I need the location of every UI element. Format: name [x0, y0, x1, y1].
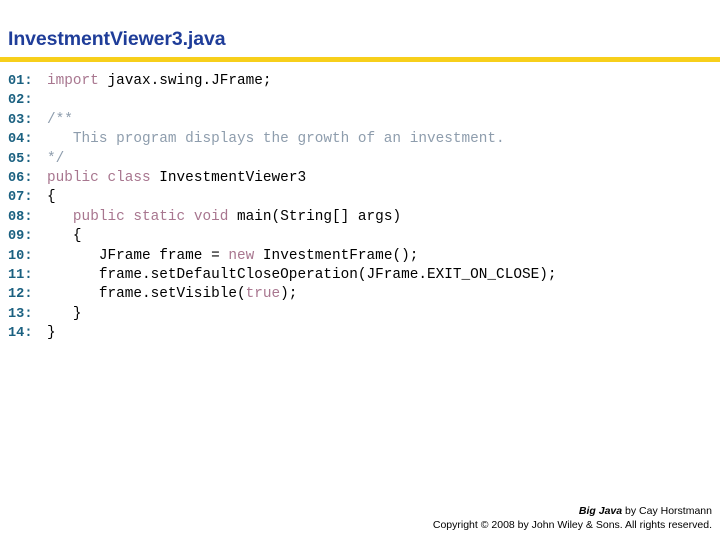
code-line-number: 06:: [8, 170, 33, 186]
code-line: 04: This program displays the growth of …: [8, 130, 712, 149]
code-token-plain: JFrame frame =: [47, 247, 229, 264]
code-line-text: /**: [47, 112, 73, 128]
code-line-text: frame.setDefaultCloseOperation(JFrame.EX…: [47, 267, 557, 283]
code-token-comment: This program displays the growth of an i…: [47, 131, 505, 148]
code-line-text: import javax.swing.JFrame;: [47, 73, 272, 89]
code-line-number: 01:: [8, 74, 33, 89]
code-token-plain: javax.swing.JFrame;: [98, 73, 272, 89]
code-line: 06: public class InvestmentViewer3: [8, 169, 712, 188]
code-line-text: }: [47, 306, 82, 322]
code-token-plain: frame.setVisible(: [47, 286, 246, 303]
code-token-keyword: import: [47, 73, 99, 89]
code-line-text: }: [47, 325, 56, 341]
code-line-number: 04:: [8, 132, 33, 148]
code-line: 12: frame.setVisible(true);: [8, 285, 712, 304]
code-line: 03: /**: [8, 111, 712, 130]
code-line-text: */: [47, 151, 64, 167]
code-line: 07: {: [8, 188, 712, 207]
code-line: 14:}: [8, 324, 712, 343]
code-token-comment: */: [47, 150, 65, 167]
code-line-number: 05:: [8, 151, 33, 167]
code-line-number: 09:: [8, 229, 33, 245]
code-line: 09: {: [8, 227, 712, 246]
code-token-plain: {: [47, 189, 56, 206]
code-token-keyword: true: [245, 286, 281, 303]
code-token-plain: InvestmentFrame();: [254, 247, 419, 264]
code-token-plain: frame.setDefaultCloseOperation(JFrame.EX…: [47, 266, 557, 283]
code-line-number: 12:: [8, 287, 33, 303]
code-line-number: 14:: [8, 326, 33, 342]
code-token-comment: /**: [47, 111, 73, 128]
code-line: 01: import javax.swing.JFrame;: [8, 72, 712, 91]
code-line-number: 13:: [8, 306, 33, 322]
code-line: 13: }: [8, 305, 712, 324]
code-line: 10: JFrame frame = new InvestmentFrame()…: [8, 247, 712, 266]
code-token-keyword: public class: [47, 169, 151, 186]
code-line: 02:: [8, 91, 712, 110]
code-line-number: 10:: [8, 248, 33, 264]
code-token-plain: InvestmentViewer3: [150, 169, 307, 186]
code-line: 05: */: [8, 150, 712, 169]
code-line: 11: frame.setDefaultCloseOperation(JFram…: [8, 266, 712, 285]
footer-book-title: Big Java: [578, 505, 623, 517]
code-token-plain: }: [47, 305, 82, 322]
code-line-number: 08:: [8, 209, 33, 225]
code-line-text: public static void main(String[] args): [47, 209, 401, 225]
code-line-number: 03:: [8, 112, 33, 128]
footer-author: by Cay Horstmann: [622, 505, 712, 517]
code-token-plain: );: [280, 286, 298, 303]
footer: Big Java by Cay Horstmann Copyright © 20…: [433, 504, 712, 532]
code-listing: 01: import javax.swing.JFrame; 02: 03: /** 04…: [8, 72, 712, 343]
code-token-plain: }: [47, 325, 56, 342]
code-line-number: 07:: [8, 190, 33, 206]
code-line: 08: public static void main(String[] arg…: [8, 208, 712, 227]
title-divider: [0, 57, 720, 62]
page-title: InvestmentViewer3.java: [8, 28, 226, 50]
code-line-number: 02:: [8, 93, 33, 109]
code-line-text: public class InvestmentViewer3: [47, 170, 306, 186]
code-token-plain: {: [47, 228, 82, 245]
code-token-plain: main(String[] args): [228, 208, 402, 225]
footer-copyright: Copyright © 2008 by John Wiley & Sons. A…: [432, 519, 712, 531]
footer-attribution-line: Big Java by Cay Horstmann: [433, 504, 712, 518]
code-line-text: frame.setVisible(true);: [47, 286, 298, 303]
code-token-keyword: new: [228, 247, 255, 264]
code-token-keyword: public static void: [72, 208, 229, 225]
code-line-number: 11:: [8, 267, 33, 283]
code-line-text: {: [47, 189, 56, 205]
code-line-text: {: [47, 228, 82, 244]
code-line-text: JFrame frame = new InvestmentFrame();: [47, 247, 419, 264]
code-line-text: This program displays the growth of an i…: [47, 131, 505, 147]
